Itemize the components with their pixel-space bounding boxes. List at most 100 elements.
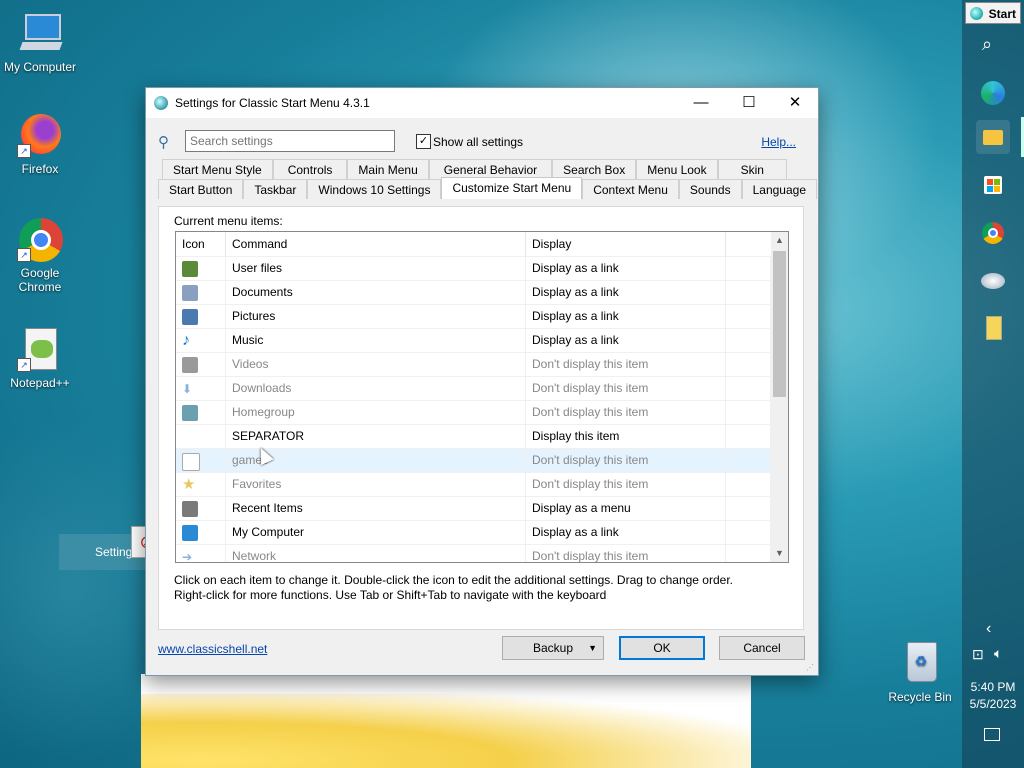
network-icon[interactable]: ⊡ — [972, 646, 984, 663]
backup-button[interactable]: Backup ▼ — [502, 636, 604, 660]
tab-search-box[interactable]: Search Box — [552, 159, 637, 179]
show-all-settings-checkbox[interactable]: ✓ — [416, 134, 431, 149]
item-icon-cell[interactable] — [176, 305, 226, 328]
item-command[interactable]: Homegroup — [226, 401, 526, 424]
item-icon-cell[interactable] — [176, 521, 226, 544]
clock-time[interactable]: 5:40 PM — [962, 680, 1024, 694]
list-item[interactable]: ♪ Music Display as a link — [176, 328, 771, 352]
website-link[interactable]: www.classicshell.net — [158, 642, 267, 656]
item-icon-cell[interactable]: ➔ — [176, 545, 226, 562]
search-icon[interactable]: ⌕ — [982, 34, 992, 55]
tab-controls[interactable]: Controls — [272, 159, 348, 179]
tab-start-menu-style[interactable]: Start Menu Style — [162, 159, 273, 179]
column-header-command[interactable]: Command — [226, 232, 526, 256]
list-item[interactable]: User files Display as a link — [176, 256, 771, 280]
item-icon-cell[interactable] — [176, 497, 226, 520]
tab-context-menu[interactable]: Context Menu — [582, 179, 679, 199]
list-item[interactable]: Videos Don't display this item — [176, 352, 771, 376]
maximize-button[interactable]: ☐ — [726, 88, 772, 118]
show-all-settings-label[interactable]: Show all settings — [433, 135, 523, 149]
item-display[interactable]: Display as a link — [526, 329, 726, 352]
tab-start-button[interactable]: Start Button — [158, 179, 244, 199]
list-item[interactable]: Documents Display as a link — [176, 280, 771, 304]
item-command[interactable]: User files — [226, 257, 526, 280]
item-command[interactable]: SEPARATOR — [226, 425, 526, 448]
desktop-icon-chrome[interactable]: ↗ Google Chrome — [0, 216, 80, 294]
column-header-icon[interactable]: Icon — [176, 232, 226, 256]
item-icon-cell[interactable] — [176, 425, 226, 448]
item-display[interactable]: Don't display this item — [526, 353, 726, 376]
item-display[interactable]: Don't display this item — [526, 473, 726, 496]
item-icon-cell[interactable] — [176, 281, 226, 304]
item-display[interactable]: Display this item — [526, 425, 726, 448]
list-item[interactable]: ⬇ Downloads Don't display this item — [176, 376, 771, 400]
item-icon-cell[interactable] — [176, 449, 226, 472]
tab-menu-look[interactable]: Menu Look — [636, 159, 718, 179]
menu-items-list[interactable]: Icon Command Display User files Display a… — [175, 231, 789, 563]
tab-skin[interactable]: Skin — [717, 159, 787, 179]
tab-sounds[interactable]: Sounds — [678, 179, 742, 199]
tab-customize-start-menu[interactable]: Customize Start Menu — [441, 177, 583, 199]
item-display[interactable]: Don't display this item — [526, 449, 726, 472]
close-button[interactable]: ✕ — [772, 88, 818, 118]
clock-date[interactable]: 5/5/2023 — [962, 697, 1024, 711]
list-item[interactable]: Pictures Display as a link — [176, 304, 771, 328]
scroll-thumb[interactable] — [773, 251, 786, 397]
item-icon-cell[interactable] — [176, 353, 226, 376]
notification-icon[interactable] — [984, 728, 1000, 741]
store-icon[interactable] — [976, 168, 1010, 202]
item-command[interactable]: My Computer — [226, 521, 526, 544]
desktop-icon-my-computer[interactable]: My Computer — [0, 10, 80, 74]
column-header-display[interactable]: Display — [526, 232, 726, 256]
list-item[interactable]: ➔ Network Don't display this item — [176, 544, 771, 562]
item-display[interactable]: Display as a menu — [526, 497, 726, 520]
tab-main-menu[interactable]: Main Menu — [347, 159, 429, 179]
desktop-icon-notepadpp[interactable]: ↗ Notepad++ — [0, 326, 80, 390]
desktop-icon-recycle-bin[interactable]: ♻ Recycle Bin — [880, 640, 960, 704]
item-command[interactable]: Favorites — [226, 473, 526, 496]
item-icon-cell[interactable] — [176, 257, 226, 280]
start-button[interactable]: Start — [965, 2, 1021, 24]
item-display[interactable]: Don't display this item — [526, 377, 726, 400]
volume-icon[interactable]: 🔈︎ — [994, 645, 1002, 662]
chrome-icon[interactable] — [976, 216, 1010, 250]
item-icon-cell[interactable]: ⬇ — [176, 377, 226, 400]
cancel-button[interactable]: Cancel — [719, 636, 805, 660]
item-command[interactable]: Pictures — [226, 305, 526, 328]
file-explorer-icon[interactable] — [976, 120, 1010, 154]
item-display[interactable]: Display as a link — [526, 521, 726, 544]
file-icon[interactable] — [976, 310, 1010, 344]
item-command[interactable]: Network — [226, 545, 526, 562]
tab-taskbar[interactable]: Taskbar — [243, 179, 308, 199]
item-command[interactable]: Downloads — [226, 377, 526, 400]
item-display[interactable]: Don't display this item — [526, 545, 726, 562]
ok-button[interactable]: OK — [619, 636, 705, 660]
classic-shell-icon[interactable] — [976, 264, 1010, 298]
item-display[interactable]: Display as a link — [526, 305, 726, 328]
item-icon-cell[interactable]: ♪ — [176, 329, 226, 352]
title-bar[interactable]: Settings for Classic Start Menu 4.3.1 — … — [146, 88, 818, 118]
edge-icon[interactable] — [976, 76, 1010, 110]
scroll-up-icon[interactable]: ▲ — [771, 232, 788, 249]
tab-windows-10-settings[interactable]: Windows 10 Settings — [307, 179, 442, 199]
chevron-left-icon[interactable]: ‹ — [986, 620, 991, 638]
tab-language[interactable]: Language — [741, 179, 817, 199]
resize-grip[interactable]: ⋰ — [806, 663, 816, 673]
item-icon-cell[interactable] — [176, 401, 226, 424]
search-input[interactable] — [185, 130, 395, 152]
item-icon-cell[interactable]: ★ — [176, 473, 226, 496]
item-display[interactable]: Display as a link — [526, 281, 726, 304]
desktop-icon-firefox[interactable]: ↗ Firefox — [0, 112, 80, 176]
item-command[interactable]: Videos — [226, 353, 526, 376]
item-display[interactable]: Don't display this item — [526, 401, 726, 424]
tab-general-behavior[interactable]: General Behavior — [428, 159, 553, 179]
list-item[interactable]: Recent Items Display as a menu — [176, 496, 771, 520]
minimize-button[interactable]: — — [678, 88, 724, 118]
item-display[interactable]: Display as a link — [526, 257, 726, 280]
item-command[interactable]: Recent Items — [226, 497, 526, 520]
list-item[interactable]: ★ Favorites Don't display this item — [176, 472, 771, 496]
scroll-down-icon[interactable]: ▼ — [771, 545, 788, 562]
list-scrollbar[interactable]: ▲ ▼ — [771, 232, 788, 562]
list-item[interactable]: My Computer Display as a link — [176, 520, 771, 544]
list-item[interactable]: Homegroup Don't display this item — [176, 400, 771, 424]
